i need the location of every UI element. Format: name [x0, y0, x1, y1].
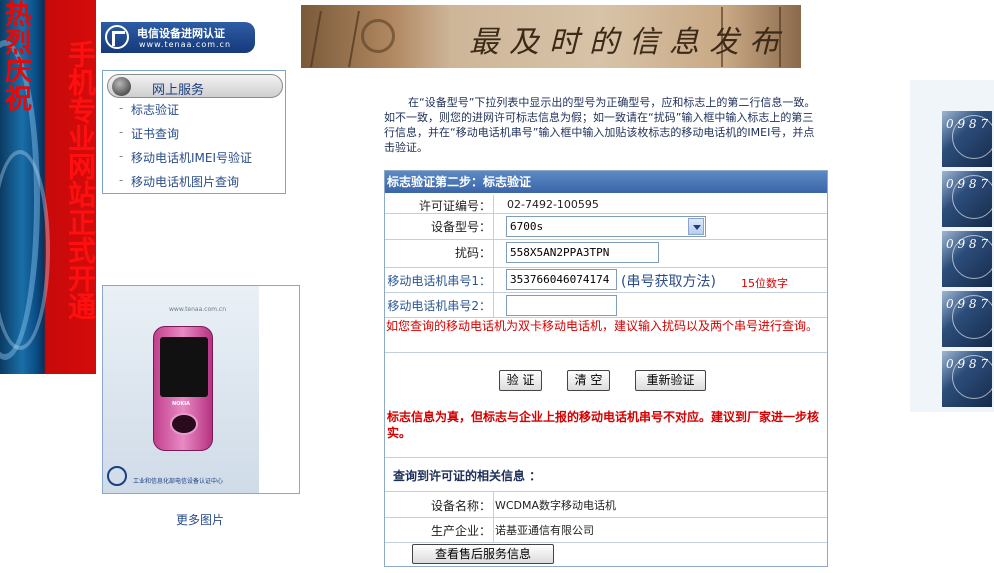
imei1-label: 移动电话机串号1：: [387, 274, 491, 288]
right-ad-tile[interactable]: 0 9 8 7: [942, 231, 992, 287]
menu-header: 网上服务: [107, 74, 283, 98]
logo-title: 电信设备进网认证: [137, 27, 225, 40]
phone-brand: NOKIA: [172, 401, 191, 407]
after-sales-button[interactable]: 查看售后服务信息: [412, 544, 554, 564]
right-ad-tile[interactable]: 0 9 8 7: [942, 171, 992, 227]
model-select[interactable]: 6700s: [506, 216, 706, 237]
row-divider: [385, 352, 827, 353]
tile-digits: 0 9 8 7: [946, 297, 988, 311]
header-slogan: 最及时的信息发布: [469, 25, 789, 60]
menu-item-certificate-query[interactable]: 证书查询: [119, 125, 179, 142]
imei-length-hint: 15位数字: [741, 277, 788, 290]
phone-navigation-pad: [170, 413, 198, 435]
manufacturer-label: 生产企业：: [430, 524, 491, 538]
form-title: 标志验证第二步：标志验证: [385, 171, 827, 193]
tenaa-logo-icon: [105, 25, 129, 49]
header-banner: 最及时的信息发布: [301, 5, 801, 68]
related-info-title: 查询到许可证的相关信息 ：: [393, 469, 542, 483]
site-logo[interactable]: 电信设备进网认证 www.tenaa.com.cn: [101, 22, 255, 53]
banner-big-text: 手机专业网站正式开通: [64, 40, 96, 320]
right-ad-tile[interactable]: 0 9 8 7: [942, 291, 992, 347]
imei-help-link[interactable]: (串号获取方法): [621, 271, 716, 291]
row-divider: [385, 517, 827, 518]
scramble-label: 扰码：: [454, 246, 491, 260]
right-ad-tile[interactable]: 0 9 8 7: [942, 111, 992, 167]
instructions-text: 在“设备型号”下拉列表中显示出的型号为正确型号，应和标志上的第二行信息一致。如不…: [384, 96, 816, 154]
row-divider: [385, 239, 827, 240]
menu-item-imei-verification[interactable]: 移动电话机IMEI号验证: [119, 149, 252, 166]
verify-button[interactable]: 验 证: [499, 370, 542, 391]
device-name-value: WCDMA数字移动电话机: [495, 499, 617, 512]
tower-graphic: [310, 11, 360, 67]
column-divider: [493, 491, 494, 542]
phone-body-image: NOKIA: [153, 326, 213, 451]
online-services-menu: 网上服务 标志验证 证书查询 移动电话机IMEI号验证 移动电话机图片查询: [102, 70, 286, 194]
device-name-label: 设备名称：: [430, 499, 491, 513]
verification-result-message: 标志信息为真，但标志与企业上报的移动电话机串号不对应。建议到厂家进一步核实。: [387, 410, 820, 440]
row-divider: [385, 292, 827, 293]
license-value: 02-7492-100595: [507, 198, 599, 211]
tile-digits: 0 9 8 7: [946, 177, 988, 191]
certification-logo-icon: [107, 466, 127, 486]
scramble-input[interactable]: 558X5AN2PPA3TPN: [506, 242, 659, 263]
banner-small-text: 热烈庆祝: [0, 0, 31, 112]
more-photos-link[interactable]: 更多图片: [176, 511, 224, 528]
chevron-down-icon[interactable]: [688, 218, 704, 235]
banner-swirl-decoration-2: [0, 150, 50, 350]
menu-item-mark-verification[interactable]: 标志验证: [119, 101, 179, 118]
photo-caption: 工业和信息化部电信设备认证中心: [133, 478, 224, 485]
phone-photo[interactable]: www.tenaa.com.cn NOKIA 工业和信息化部电信设备认证中心: [102, 285, 300, 494]
row-divider: [385, 267, 827, 268]
dual-sim-note: 如您查询的移动电话机为双卡移动电话机，建议输入扰码以及两个串号进行查询。: [386, 319, 819, 333]
row-divider: [385, 491, 827, 492]
imei1-input[interactable]: 353766046074174: [506, 269, 617, 290]
tile-digits: 0 9 8 7: [946, 117, 988, 131]
menu-item-photo-query[interactable]: 移动电话机图片查询: [119, 173, 239, 190]
right-ad-tile[interactable]: 0 9 8 7: [942, 351, 992, 407]
menu-bullet-icon: [112, 77, 131, 96]
verification-form: 标志验证第二步：标志验证 许可证编号： 02-7492-100595 设备型号：…: [384, 170, 828, 567]
tile-digits: 0 9 8 7: [946, 237, 988, 251]
license-label: 许可证编号：: [418, 199, 491, 213]
imei2-input[interactable]: [506, 295, 617, 316]
row-divider: [385, 317, 827, 318]
menu-title: 网上服务: [152, 83, 205, 98]
row-divider: [385, 542, 827, 543]
imei2-label: 移动电话机串号2：: [387, 299, 491, 313]
row-divider: [385, 457, 827, 458]
logo-url: www.tenaa.com.cn: [139, 40, 232, 49]
celebration-banner: 热烈庆祝 手机专业网站正式开通: [0, 0, 96, 374]
phone-screen: [160, 337, 208, 397]
reverify-button[interactable]: 重新验证: [635, 370, 706, 391]
satellite-dish-graphic: [361, 19, 395, 53]
clear-button[interactable]: 清 空: [567, 370, 610, 391]
model-selected-value: 6700s: [510, 220, 544, 233]
tile-digits: 0 9 8 7: [946, 357, 988, 371]
manufacturer-value: 诺基亚通信有限公司: [495, 524, 594, 537]
column-divider: [493, 195, 494, 317]
photo-watermark: www.tenaa.com.cn: [169, 306, 227, 313]
model-label: 设备型号：: [430, 220, 491, 234]
